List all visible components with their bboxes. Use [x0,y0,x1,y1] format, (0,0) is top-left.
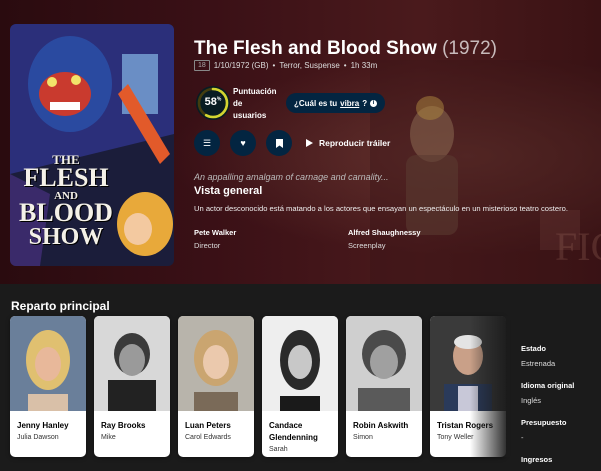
cast-photo [178,316,254,411]
cast-character: Sarah [269,446,288,453]
cast-character: Carol Edwards [185,434,231,441]
cast-name[interactable]: Robin Askwith [353,420,419,432]
cast-character: Mike [101,434,116,441]
movie-poster[interactable]: THE FLESH AND BLOOD SHOW [10,24,174,266]
vibe-link[interactable]: vibra [340,99,359,108]
play-trailer-label: Reproducir tráiler [319,138,391,148]
fact-label: Ingresos [521,455,553,464]
bullet-separator: • [343,61,347,70]
crew-job: Director [194,241,221,250]
genres[interactable]: Terror, Suspense [279,61,339,70]
cast-character: Simon [353,434,373,441]
cast-photo [94,316,170,411]
vibe-button[interactable]: ¿Cuál es tu vibra? i [286,93,386,113]
cast-card[interactable]: Robin Askwith Simon [346,316,422,457]
crew-job: Screenplay [348,241,386,250]
cast-card[interactable]: Candace Glendenning Sarah [262,316,338,457]
poster-title: THE FLESH AND BLOOD SHOW [19,152,113,251]
action-bar: ☰ ♥ Reproducir tráiler [194,130,390,156]
cast-card[interactable]: Ray Brooks Mike [94,316,170,457]
user-score-label: Puntuación de usuarios [233,87,277,120]
cast-scroll-fade [470,316,510,457]
heart-icon: ♥ [240,138,246,148]
info-icon: i [370,99,378,107]
play-trailer-button[interactable]: Reproducir tráiler [306,138,390,148]
title-text[interactable]: The Flesh and Blood Show [194,38,437,59]
user-score-value: 58% [204,96,222,108]
overview-text: Un actor desconocido está matando a los … [194,204,569,213]
add-to-list-button[interactable]: ☰ [194,130,220,156]
fact-label: Presupuesto [521,418,567,427]
tagline: An appalling amalgam of carnage and carn… [194,172,389,182]
crew-name[interactable]: Pete Walker [194,228,236,237]
cast-character: Julia Dawson [17,434,59,441]
bookmark-icon [275,138,283,148]
facts-sidebar: Estado Estrenada Idioma original Inglés … [521,344,574,470]
cast-name[interactable]: Ray Brooks [101,420,167,432]
cast-card[interactable]: Luan Peters Carol Edwards [178,316,254,457]
backdrop-image: FIC [370,60,601,284]
movie-facts: 18 1/10/1972 (GB) • Terror, Suspense • 1… [194,60,377,71]
cast-section-title: Reparto principal [11,299,110,313]
release-date: 1/10/1972 (GB) [213,61,269,70]
cast-list: Jenny Hanley Julia Dawson Ray Brooks Mik… [10,316,506,457]
bullet-separator: • [272,61,276,70]
fact-label: Idioma original [521,381,575,390]
list-icon: ☰ [202,137,212,148]
cast-name[interactable]: Jenny Hanley [17,420,83,432]
cast-name[interactable]: Candace Glendenning [269,420,335,444]
favorite-button[interactable]: ♥ [230,130,256,156]
crew-name[interactable]: Alfred Shaughnessy [348,228,421,237]
user-score-chart: 58% [196,86,230,120]
cast-name[interactable]: Luan Peters [185,420,251,432]
cast-photo [262,316,338,411]
crew-member: Alfred Shaughnessy Screenplay [348,228,421,250]
cast-photo [10,316,86,411]
release-year: (1972) [442,38,497,59]
cast-photo [346,316,422,411]
fact-value: - [521,433,524,442]
watchlist-button[interactable] [266,130,292,156]
play-icon [306,139,313,147]
fact-label: Estado [521,344,547,353]
cast-character: Tony Weller [437,434,474,441]
cast-card[interactable]: Jenny Hanley Julia Dawson [10,316,86,457]
fact-value: Estrenada [521,359,556,368]
movie-title: The Flesh and Blood Show (1972) [194,38,497,60]
svg-text:FIC: FIC [555,224,601,269]
crew-member: Pete Walker Director [194,228,236,250]
fact-value: Inglés [521,396,542,405]
overview-heading: Vista general [194,185,263,197]
runtime: 1h 33m [350,61,378,70]
certification-badge: 18 [194,60,210,71]
